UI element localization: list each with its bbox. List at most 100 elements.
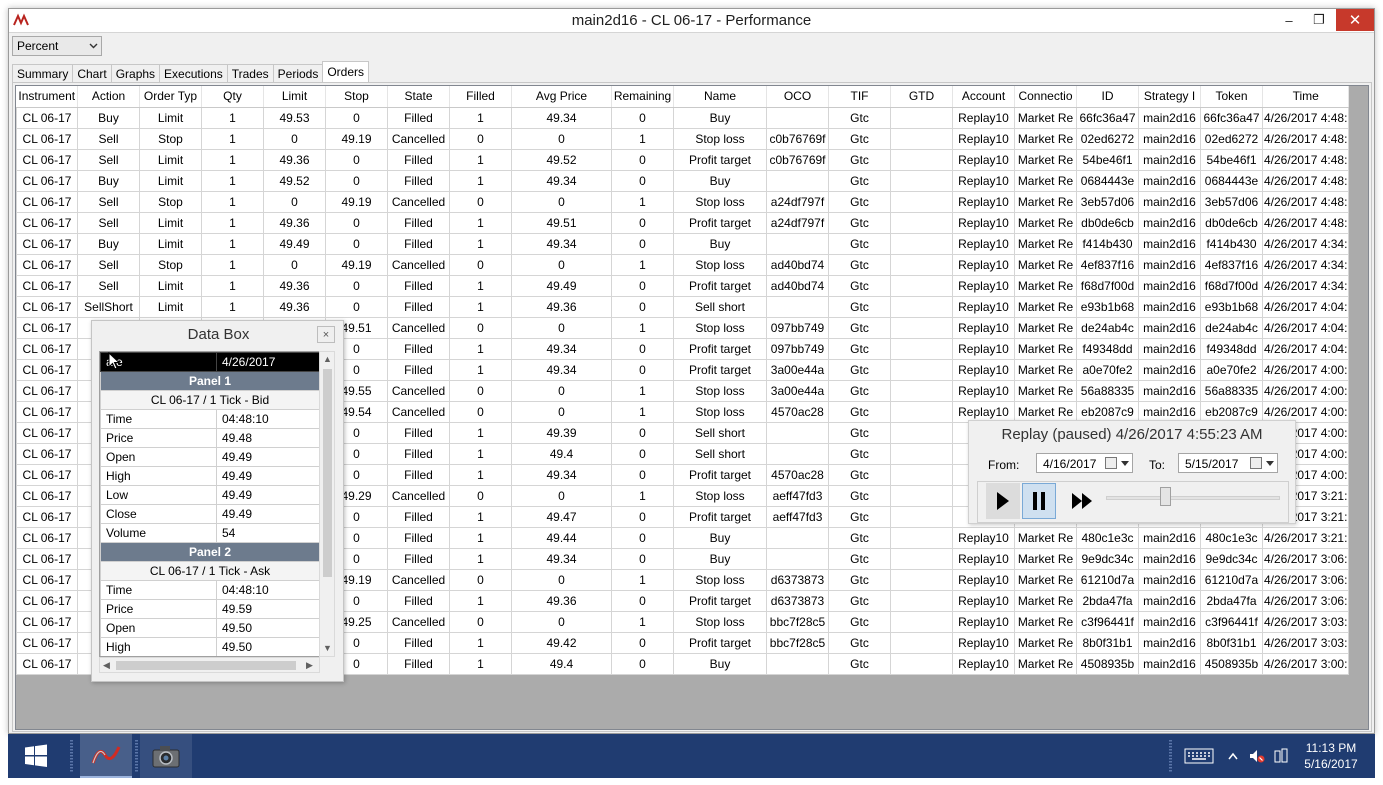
data-box-window[interactable]: Data Box × ate4/26/2017Panel 1CL 06-17 /…	[91, 320, 344, 682]
tab-orders[interactable]: Orders	[322, 61, 370, 82]
keyboard-icon[interactable]	[1182, 746, 1216, 766]
tab-graphs[interactable]: Graphs	[110, 64, 161, 82]
table-row[interactable]: CL 06-17 Sell Limit 1 49.36 0 Filled 1 49.52 0 Pro…	[16, 148, 1350, 171]
table-cell: 0	[263, 190, 326, 213]
replay-from-date-picker[interactable]: 4/16/2017	[1036, 453, 1133, 473]
column-header[interactable]: Avg Price	[511, 86, 612, 108]
column-header[interactable]: Instrument	[16, 86, 78, 108]
vertical-scroll-thumb[interactable]	[323, 369, 332, 577]
table-cell: 02ed6272	[1076, 127, 1139, 150]
table-cell: 0	[449, 400, 512, 423]
tab-trades[interactable]: Trades	[226, 64, 274, 82]
tab-periods[interactable]: Periods	[272, 64, 324, 82]
table-row[interactable]: CL 06-17 Sell Limit 1 49.36 0 Filled 1 49.49 0 Pro…	[16, 274, 1350, 297]
column-header[interactable]: Strategy I	[1138, 86, 1201, 108]
column-header[interactable]: State	[387, 86, 450, 108]
table-cell: 49.51	[511, 211, 612, 234]
table-cell: 49.34	[511, 337, 612, 360]
table-cell: 0	[511, 253, 612, 276]
column-header[interactable]: Time	[1262, 86, 1350, 108]
table-cell: 3eb57d06	[1200, 190, 1263, 213]
table-cell: eb2087c9	[1200, 400, 1263, 423]
column-header[interactable]: GTD	[890, 86, 953, 108]
fast-forward-button[interactable]	[1065, 483, 1099, 519]
network-icon[interactable]	[1272, 746, 1290, 766]
data-box-horizontal-scrollbar[interactable]: ◀ ▶	[99, 657, 320, 673]
column-header[interactable]: OCO	[766, 86, 829, 108]
table-cell: Filled	[387, 463, 450, 486]
field-label: High	[100, 466, 217, 486]
table-cell: 1	[449, 631, 512, 654]
tab-chart[interactable]: Chart	[72, 64, 112, 82]
table-cell: Market Re	[1014, 190, 1077, 213]
minimize-button[interactable]: –	[1274, 9, 1304, 31]
play-button[interactable]	[986, 483, 1020, 519]
column-header[interactable]: Account	[952, 86, 1015, 108]
calendar-icon[interactable]	[1105, 457, 1117, 469]
taskbar-screenshot-tool[interactable]	[140, 734, 192, 778]
table-cell: Replay10	[952, 547, 1015, 570]
table-row[interactable]: CL 06-17 SellShort Limit 1 49.36 0 Filled 1 49.3…	[16, 295, 1350, 318]
table-row[interactable]: CL 06-17 Sell Stop 1 0 49.19 Cancelled 0 0 1 Stop …	[16, 253, 1350, 276]
table-cell: Gtc	[828, 547, 891, 570]
taskbar-clock[interactable]: 11:13 PM 5/16/2017	[1299, 740, 1363, 772]
replay-speed-slider-thumb[interactable]	[1160, 487, 1171, 506]
table-cell: 61210d7a	[1200, 568, 1263, 591]
display-unit-select[interactable]: Percent	[12, 36, 102, 56]
column-header[interactable]: Remaining	[611, 86, 674, 108]
show-hidden-icons-icon[interactable]	[1226, 746, 1240, 766]
table-cell: Stop loss	[673, 127, 767, 150]
replay-speed-slider-track[interactable]	[1106, 496, 1280, 500]
table-cell: main2d16	[1138, 568, 1201, 591]
pause-button[interactable]	[1022, 483, 1056, 519]
column-header[interactable]: Action	[77, 86, 140, 108]
column-header[interactable]: Name	[673, 86, 767, 108]
column-header[interactable]: TIF	[828, 86, 891, 108]
table-cell: Gtc	[828, 652, 891, 675]
volume-muted-icon[interactable]	[1248, 746, 1266, 766]
column-header[interactable]: Limit	[263, 86, 326, 108]
calendar-icon[interactable]	[1250, 457, 1262, 469]
column-header[interactable]: Token	[1200, 86, 1263, 108]
column-header[interactable]: Connectio	[1014, 86, 1077, 108]
table-cell: 1	[611, 127, 674, 150]
scroll-up-icon[interactable]: ▲	[323, 355, 332, 364]
column-header[interactable]: Filled	[449, 86, 512, 108]
table-cell: Stop loss	[673, 484, 767, 507]
close-button[interactable]: ✕	[1336, 9, 1374, 31]
taskbar-ninjatrader[interactable]	[80, 734, 132, 778]
column-header[interactable]: ID	[1076, 86, 1139, 108]
table-cell: CL 06-17	[16, 505, 78, 528]
table-row[interactable]: CL 06-17 Sell Stop 1 0 49.19 Cancelled 0 0 1 Stop …	[16, 127, 1350, 150]
table-cell: ad40bd74	[766, 274, 829, 297]
column-header[interactable]: Qty	[201, 86, 264, 108]
column-header[interactable]: Order Typ	[139, 86, 202, 108]
table-cell: 0	[511, 127, 612, 150]
table-row[interactable]: CL 06-17 Buy Limit 1 49.53 0 Filled 1 49.34 0 Buy G…	[16, 106, 1350, 129]
table-cell: 0	[611, 505, 674, 528]
tab-executions[interactable]: Executions	[159, 64, 228, 82]
replay-to-date-picker[interactable]: 5/15/2017	[1178, 453, 1278, 473]
table-cell: CL 06-17	[16, 211, 78, 234]
table-row[interactable]: CL 06-17 Buy Limit 1 49.49 0 Filled 1 49.34 0 Buy G…	[16, 232, 1350, 255]
table-row[interactable]: CL 06-17 Sell Limit 1 49.36 0 Filled 1 49.51 0 Pro…	[16, 211, 1350, 234]
table-cell: 4/26/2017 4:00:	[1261, 379, 1350, 402]
data-box-vertical-scrollbar[interactable]: ▲ ▼	[319, 351, 335, 657]
table-cell: 02ed6272	[1200, 127, 1263, 150]
data-box-close-button[interactable]: ×	[317, 326, 335, 343]
dropdown-arrow-icon[interactable]	[1266, 461, 1274, 466]
dropdown-arrow-icon[interactable]	[1121, 461, 1129, 466]
horizontal-scroll-thumb[interactable]	[116, 661, 296, 670]
table-cell: Profit target	[673, 505, 767, 528]
table-row[interactable]: CL 06-17 Sell Stop 1 0 49.19 Cancelled 0 0 1 Stop …	[16, 190, 1350, 213]
maximize-button[interactable]: ❐	[1304, 9, 1334, 31]
field-label: Time	[100, 409, 217, 429]
tab-summary[interactable]: Summary	[12, 64, 74, 82]
scroll-right-icon[interactable]: ▶	[306, 661, 313, 670]
table-row[interactable]: CL 06-17 Buy Limit 1 49.52 0 Filled 1 49.34 0 Buy G…	[16, 169, 1350, 192]
start-button[interactable]	[12, 734, 60, 778]
scroll-down-icon[interactable]: ▼	[323, 644, 332, 653]
scroll-left-icon[interactable]: ◀	[103, 661, 110, 670]
table-cell: Sell	[77, 211, 140, 234]
column-header[interactable]: Stop	[325, 86, 388, 108]
